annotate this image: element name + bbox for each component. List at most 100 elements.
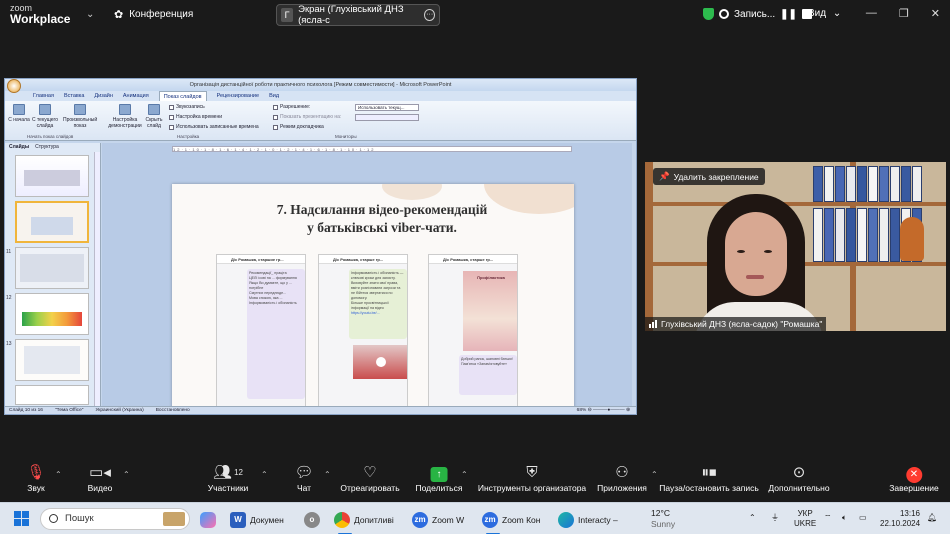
status-zoom[interactable]: 68% ⊖ ———●——— ⊕: [577, 407, 630, 414]
tab-design[interactable]: Дизайн: [94, 91, 113, 101]
use-timings-checkbox[interactable]: Использовать записанные времена: [169, 124, 259, 130]
taskbar-search-box[interactable]: Пошук: [40, 508, 190, 530]
share-screen-icon: ↑: [430, 467, 448, 482]
apps-options-chevron-icon[interactable]: ⌃: [651, 470, 658, 479]
binder: [890, 166, 900, 202]
taskbar-zoom-conference[interactable]: zm Zoom Кон: [482, 509, 541, 534]
audio-options-chevron-icon[interactable]: ⌃: [55, 470, 62, 479]
conference-info-button[interactable]: ✿ Конференция: [114, 8, 193, 21]
view-icon: ⌄: [832, 8, 842, 19]
viber-message: Рекомендації_ праціта ЦЕЛІ ісові на ... …: [247, 269, 305, 399]
group-start-label: Начать показ слайдов: [27, 134, 74, 139]
language-indicator[interactable]: УКР UKRE: [794, 509, 816, 529]
show-on-select[interactable]: [355, 114, 419, 121]
binder: [901, 166, 911, 202]
screen-share-indicator[interactable]: Г Экран (Глухівський ДНЗ (ясла-с ···: [276, 4, 440, 26]
taskbar-zoom-workplace[interactable]: zm Zoom W: [412, 509, 464, 531]
tab-insert[interactable]: Вставка: [64, 91, 84, 101]
current-slide[interactable]: 7. Надсилання відео-рекомендацій у батьк…: [172, 184, 574, 410]
chat-options-chevron-icon[interactable]: ⌃: [324, 470, 331, 479]
video-options-chevron-icon[interactable]: ⌃: [123, 470, 130, 479]
participants-button[interactable]: 👥︎ 12 Участники: [208, 463, 249, 493]
slide-thumbnail[interactable]: [15, 385, 89, 405]
slide-thumbnail[interactable]: [15, 293, 89, 335]
video-button[interactable]: ▭◂ Видео: [88, 463, 113, 493]
status-language[interactable]: Украинский (Украина): [95, 407, 143, 414]
share-more-icon[interactable]: ···: [424, 9, 435, 21]
more-button[interactable]: ⊙ Дополнительно: [768, 463, 829, 493]
taskbar-app-label: Zoom W: [432, 515, 465, 525]
monitor-icon: [273, 104, 278, 110]
logo-chevron-down-icon[interactable]: ⌄: [86, 9, 94, 20]
clock[interactable]: 13:16 22.10.2024: [880, 509, 920, 529]
slide-thumbnail-selected[interactable]: [15, 201, 89, 243]
mic-icon: [169, 104, 174, 110]
wifi-icon[interactable]: ⌔: [824, 513, 832, 523]
view-menu[interactable]: Вид ⌄: [808, 8, 841, 19]
timings-button[interactable]: Настройка времени: [169, 114, 222, 120]
pause-stop-recording-button[interactable]: ⏸⏹ Пауза/остановить запись: [659, 463, 759, 493]
host-tools-button[interactable]: ⛨ Инструменты организатора: [478, 463, 586, 493]
taskbar-app-extra[interactable]: o: [304, 509, 320, 531]
notifications-bell-icon[interactable]: 🔔︎: [927, 513, 937, 523]
recording-indicator[interactable]: Запись... ❚❚: [703, 8, 812, 20]
close-icon[interactable]: ✕: [931, 7, 940, 20]
taskbar-chrome[interactable]: Допитливі: [334, 509, 394, 534]
slides-pane: Слайды Структура 11 12 13: [5, 143, 101, 408]
message-line: Інформованість і обізнаність — ключові к…: [351, 271, 404, 300]
end-meeting-button[interactable]: ✕ Завершение: [889, 463, 939, 493]
resolution-select[interactable]: Использовать текущ...: [355, 104, 419, 111]
chat-button[interactable]: 💬︎ Чат: [294, 463, 313, 493]
windows-start-icon[interactable]: [14, 511, 29, 526]
tray-overflow-chevron-icon[interactable]: ⌃: [749, 513, 756, 523]
play-icon: [376, 357, 386, 367]
tab-review[interactable]: Рецензирование: [217, 91, 259, 101]
react-button[interactable]: ♡ Отреагировать: [340, 463, 399, 493]
tab-outline[interactable]: Структура: [35, 143, 59, 152]
speaker-icon[interactable]: 🔈︎: [842, 513, 847, 523]
end-icon: ✕: [905, 467, 922, 483]
participants-options-chevron-icon[interactable]: ⌃: [261, 470, 268, 479]
slides-pane-scrollbar[interactable]: [94, 152, 100, 408]
setup-show-button[interactable]: Настройка демонстрации: [107, 104, 143, 129]
hide-slide-button[interactable]: Скрыть слайд: [141, 104, 167, 129]
from-current-button[interactable]: С текущего слайда: [31, 104, 59, 129]
share-options-chevron-icon[interactable]: ⌃: [461, 470, 468, 479]
restore-icon[interactable]: ❐: [899, 7, 909, 20]
react-label: Отреагировать: [340, 483, 400, 493]
binder: [879, 208, 889, 262]
from-start-button[interactable]: С начала: [5, 104, 33, 123]
participant-eye: [737, 250, 745, 253]
presenter-view-label: Режим докладчика: [280, 124, 324, 130]
minimize-icon[interactable]: —: [866, 7, 877, 20]
rehearse-button[interactable]: Звукозапись: [169, 104, 205, 110]
pinned-participant-video[interactable]: 📌 Удалить закрепление Глухівський ДНЗ (я…: [645, 162, 946, 331]
participants-icon: 👥︎ 12: [213, 464, 243, 481]
unpin-button[interactable]: 📌 Удалить закрепление: [653, 168, 765, 185]
custom-show-button[interactable]: Произвольный показ: [63, 104, 97, 129]
pause-recording-icon[interactable]: ❚❚: [780, 9, 797, 20]
taskbar-app-label: Zoom Кон: [502, 515, 541, 525]
office-button-icon[interactable]: [7, 79, 21, 93]
audio-button[interactable]: 🎙︎ Звук: [26, 463, 45, 493]
weather-widget[interactable]: 12°C Sunny: [651, 508, 675, 530]
slide-thumbnail[interactable]: [15, 155, 89, 197]
slide-thumbnail[interactable]: [15, 247, 89, 289]
setup-icon: [119, 104, 131, 115]
battery-icon[interactable]: ▭: [859, 513, 867, 523]
tab-slides[interactable]: Слайды: [9, 143, 29, 152]
copilot-icon[interactable]: [200, 509, 216, 531]
pin-icon: 📌: [659, 171, 670, 181]
share-screen-button[interactable]: ↑ Поделиться: [416, 463, 462, 493]
taskbar-word[interactable]: W Докумен: [230, 509, 284, 531]
tab-home[interactable]: Главная: [33, 91, 54, 101]
taskbar-edge[interactable]: Interacty –: [558, 509, 618, 531]
usb-icon[interactable]: ⏚: [771, 513, 779, 523]
apps-button[interactable]: ⚇ Приложения: [597, 463, 647, 493]
tab-slide-show[interactable]: Показ слайдов: [158, 91, 207, 101]
viber-chat-header: Д/с Ромашка, старшие гр...: [217, 255, 305, 264]
presenter-view-checkbox[interactable]: Режим докладчика: [273, 124, 324, 130]
tab-animation[interactable]: Анимация: [123, 91, 149, 101]
slide-thumbnail[interactable]: [15, 339, 89, 381]
tab-view[interactable]: Вид: [269, 91, 279, 101]
